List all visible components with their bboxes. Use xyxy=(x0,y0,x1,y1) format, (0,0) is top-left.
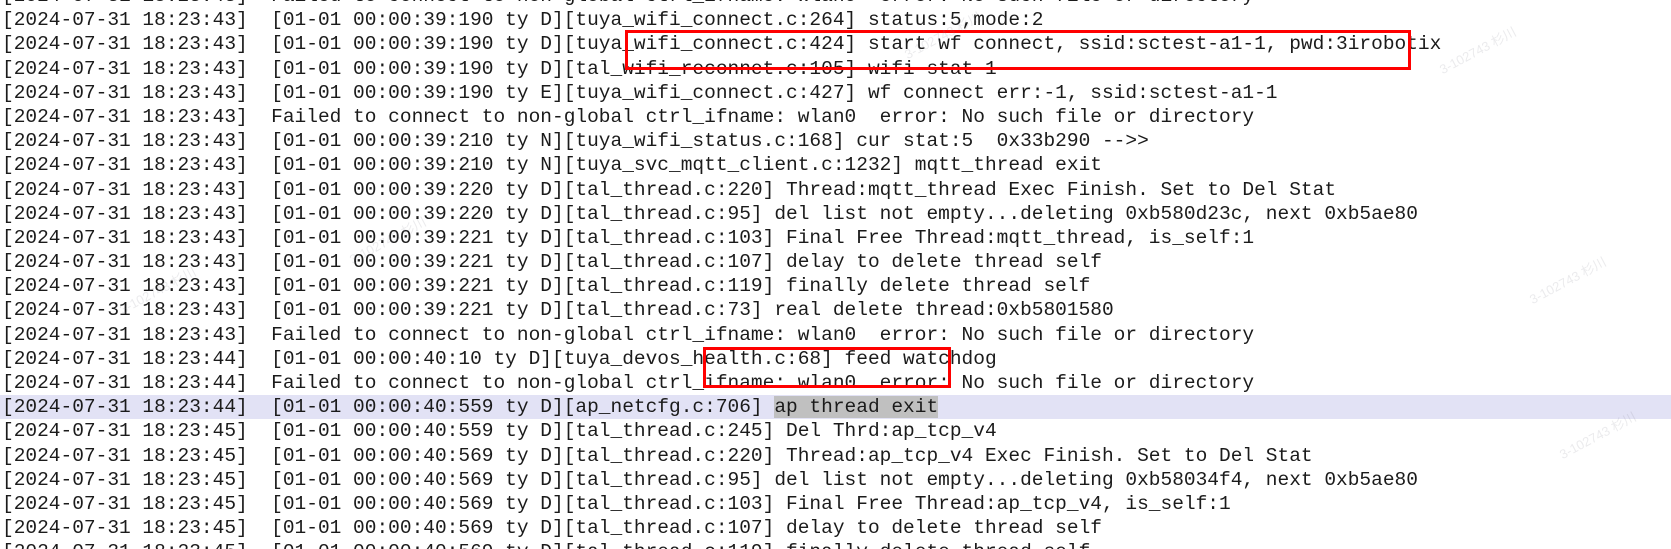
log-line[interactable]: [2024-07-31 18:23:43] [01-01 00:00:39:21… xyxy=(0,129,1671,153)
log-line[interactable]: [2024-07-31 18:23:45] [01-01 00:00:40:56… xyxy=(0,492,1671,516)
log-line-text: [2024-07-31 18:23:43] Failed to connect … xyxy=(2,0,1254,7)
log-line[interactable]: [2024-07-31 18:23:43] Failed to connect … xyxy=(0,323,1671,347)
log-line[interactable]: [2024-07-31 18:23:45] [01-01 00:00:40:56… xyxy=(0,468,1671,492)
log-line-text: [2024-07-31 18:23:43] [01-01 00:00:39:22… xyxy=(2,251,1102,274)
log-line[interactable]: [2024-07-31 18:23:45] [01-01 00:00:40:56… xyxy=(0,516,1671,540)
log-line-text: [2024-07-31 18:23:45] [01-01 00:00:40:56… xyxy=(2,541,1090,549)
log-line[interactable]: [2024-07-31 18:23:43] [01-01 00:00:39:22… xyxy=(0,202,1671,226)
log-line-text: [2024-07-31 18:23:43] [01-01 00:00:39:19… xyxy=(2,57,997,80)
log-line[interactable]: [2024-07-31 18:23:43] [01-01 00:00:39:19… xyxy=(0,81,1671,105)
log-line[interactable]: [2024-07-31 18:23:43] [01-01 00:00:39:22… xyxy=(0,178,1671,202)
log-line-text: [2024-07-31 18:23:44] [01-01 00:00:40:55… xyxy=(2,396,775,419)
log-line-text: [2024-07-31 18:23:43] [01-01 00:00:39:19… xyxy=(2,33,1442,56)
log-line-text: [2024-07-31 18:23:45] [01-01 00:00:40:56… xyxy=(2,492,1231,515)
log-line-text: [2024-07-31 18:23:44] [01-01 00:00:40:10… xyxy=(2,347,997,370)
log-line[interactable]: [2024-07-31 18:23:43] [01-01 00:00:39:22… xyxy=(0,298,1671,322)
log-line[interactable]: [2024-07-31 18:23:44] Failed to connect … xyxy=(0,371,1671,395)
log-line-text: [2024-07-31 18:23:43] [01-01 00:00:39:22… xyxy=(2,226,1255,249)
log-line[interactable]: [2024-07-31 18:23:43] [01-01 00:00:39:22… xyxy=(0,226,1671,250)
log-line-selected[interactable]: [2024-07-31 18:23:44] [01-01 00:00:40:55… xyxy=(0,395,1671,420)
log-line-text: [2024-07-31 18:23:45] [01-01 00:00:40:56… xyxy=(2,444,1313,467)
log-line[interactable]: [2024-07-31 18:23:44] [01-01 00:00:40:10… xyxy=(0,347,1671,371)
log-line[interactable]: [2024-07-31 18:23:45] [01-01 00:00:40:56… xyxy=(0,540,1671,549)
log-line-text: [2024-07-31 18:23:43] [01-01 00:00:39:19… xyxy=(2,9,1044,32)
log-line[interactable]: [2024-07-31 18:23:43] [01-01 00:00:39:19… xyxy=(0,32,1671,56)
log-line[interactable]: [2024-07-31 18:23:43] [01-01 00:00:39:22… xyxy=(0,250,1671,274)
log-line-text: [2024-07-31 18:23:43] [01-01 00:00:39:22… xyxy=(2,299,1114,322)
log-line-text: [2024-07-31 18:23:43] Failed to connect … xyxy=(2,105,1255,128)
log-line[interactable]: [2024-07-31 18:23:43] [01-01 00:00:39:19… xyxy=(0,8,1671,32)
log-line-text: [2024-07-31 18:23:45] [01-01 00:00:40:56… xyxy=(2,517,1102,540)
log-line[interactable]: [2024-07-31 18:23:43] [01-01 00:00:39:19… xyxy=(0,57,1671,81)
log-line-text: [2024-07-31 18:23:43] [01-01 00:00:39:22… xyxy=(2,202,1418,225)
log-line-text: [2024-07-31 18:23:43] [01-01 00:00:39:22… xyxy=(2,275,1091,298)
log-viewer[interactable]: [2024-07-31 18:23:43] Failed to connect … xyxy=(0,0,1671,549)
log-line-list[interactable]: [2024-07-31 18:23:43] Failed to connect … xyxy=(0,0,1671,549)
log-line-text: [2024-07-31 18:23:43] [01-01 00:00:39:21… xyxy=(2,154,1102,177)
log-line-text: [2024-07-31 18:23:43] [01-01 00:00:39:19… xyxy=(2,81,1278,104)
log-line-text: [2024-07-31 18:23:45] [01-01 00:00:40:55… xyxy=(2,420,997,443)
log-line-text: [2024-07-31 18:23:45] [01-01 00:00:40:56… xyxy=(2,468,1418,491)
log-line-text: [2024-07-31 18:23:43] [01-01 00:00:39:22… xyxy=(2,178,1337,201)
log-line[interactable]: [2024-07-31 18:23:43] [01-01 00:00:39:21… xyxy=(0,153,1671,177)
log-line-text: [2024-07-31 18:23:43] [01-01 00:00:39:21… xyxy=(2,130,1149,153)
log-line-text: [2024-07-31 18:23:43] Failed to connect … xyxy=(2,323,1255,346)
selected-text: ap thread exit xyxy=(774,396,939,419)
log-line[interactable]: [2024-07-31 18:23:43] Failed to connect … xyxy=(0,105,1671,129)
log-line[interactable]: [2024-07-31 18:23:43] Failed to connect … xyxy=(0,0,1671,8)
log-line-text: [2024-07-31 18:23:44] Failed to connect … xyxy=(2,372,1255,394)
log-line[interactable]: [2024-07-31 18:23:43] [01-01 00:00:39:22… xyxy=(0,274,1671,298)
log-line[interactable]: [2024-07-31 18:23:45] [01-01 00:00:40:55… xyxy=(0,419,1671,443)
log-line[interactable]: [2024-07-31 18:23:45] [01-01 00:00:40:56… xyxy=(0,444,1671,468)
